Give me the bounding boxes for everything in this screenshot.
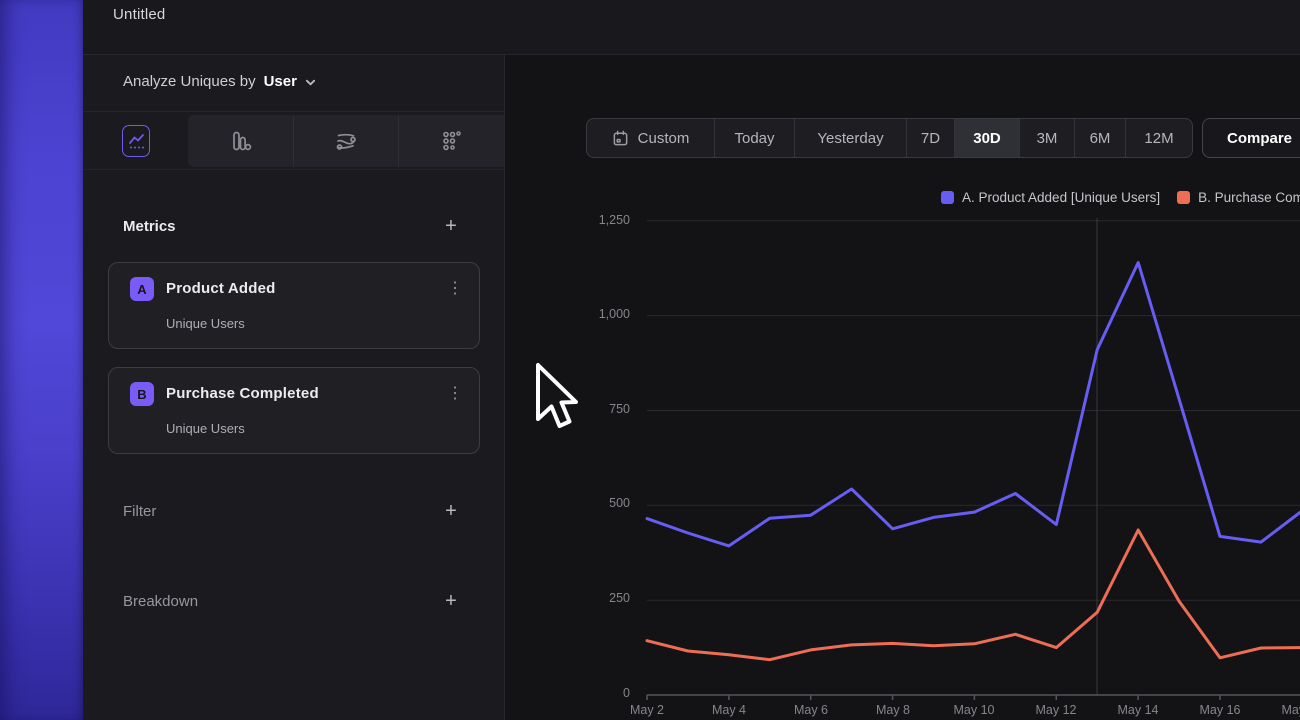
x-axis-tick: May 4 <box>689 703 769 717</box>
range-today-button[interactable]: Today <box>714 119 794 157</box>
metric-name: Purchase Completed <box>166 385 319 402</box>
range-30d-button[interactable]: 30D <box>954 119 1019 157</box>
flows-icon <box>334 129 358 153</box>
range-3m-button[interactable]: 3M <box>1019 119 1074 157</box>
metric-name: Product Added <box>166 280 276 297</box>
x-axis-tick: May 6 <box>771 703 851 717</box>
chart-legend: A. Product Added [Unique Users] B. Purch… <box>941 190 1300 205</box>
metric-badge-a: A <box>130 277 154 301</box>
x-axis-tick: May 2 <box>607 703 687 717</box>
retention-grid-icon <box>440 129 464 153</box>
range-yesterday-button[interactable]: Yesterday <box>794 119 906 157</box>
metrics-section-title: Metrics <box>123 218 176 235</box>
x-axis-tick: May 14 <box>1098 703 1178 717</box>
metric-card-b[interactable]: B Purchase Completed ⋮ Unique Users <box>108 367 480 454</box>
x-axis-tick: May 16 <box>1180 703 1260 717</box>
y-axis-tick: 0 <box>570 686 630 700</box>
top-bar: Untitled <box>83 0 1300 55</box>
y-axis-tick: 1,000 <box>570 307 630 321</box>
metric-badge-b: B <box>130 382 154 406</box>
y-axis-tick: 750 <box>570 402 630 416</box>
tab-line-chart[interactable] <box>83 112 188 169</box>
range-12m-button[interactable]: 12M <box>1125 119 1192 157</box>
y-axis-tick: 500 <box>570 496 630 510</box>
add-filter-button[interactable]: + <box>441 502 461 522</box>
line-chart-icon <box>127 132 146 151</box>
sidebar: Analyze Uniques by User <box>83 55 505 720</box>
chevron-down-icon[interactable] <box>305 77 316 88</box>
x-axis-tick: May 10 <box>934 703 1014 717</box>
tab-flows[interactable] <box>293 115 399 167</box>
kebab-menu-icon[interactable]: ⋮ <box>445 383 465 407</box>
analyze-prefix-label: Analyze Uniques by <box>123 73 256 90</box>
legend-item-a[interactable]: A. Product Added [Unique Users] <box>941 190 1160 205</box>
legend-label: B. Purchase Completed [Unique Users] <box>1198 190 1300 205</box>
compare-button[interactable]: Compare <box>1202 118 1300 158</box>
x-axis-tick: May 18 <box>1262 703 1300 717</box>
tab-bar-chart[interactable] <box>188 115 293 167</box>
range-6m-button[interactable]: 6M <box>1074 119 1125 157</box>
calendar-icon <box>612 130 629 147</box>
report-title[interactable]: Untitled <box>113 6 165 23</box>
legend-item-b[interactable]: B. Purchase Completed [Unique Users] <box>1177 190 1300 205</box>
metric-subtitle[interactable]: Unique Users <box>166 316 245 331</box>
analyze-row: Analyze Uniques by User <box>83 55 504 112</box>
chart-type-tabs <box>83 112 504 170</box>
legend-swatch-orange <box>1177 191 1190 204</box>
legend-swatch-purple <box>941 191 954 204</box>
app-window: Untitled Analyze Uniques by User <box>0 0 1300 720</box>
range-7d-button[interactable]: 7D <box>906 119 954 157</box>
add-metric-button[interactable]: + <box>441 217 461 237</box>
y-axis-tick: 1,250 <box>570 213 630 227</box>
chart-panel: Custom Today Yesterday 7D 30D 3M 6M 12M … <box>505 55 1300 720</box>
desktop-gradient-strip <box>0 0 83 720</box>
y-axis-tick: 250 <box>570 591 630 605</box>
x-axis-tick: May 8 <box>853 703 933 717</box>
breakdown-section-title: Breakdown <box>123 593 198 610</box>
kebab-menu-icon[interactable]: ⋮ <box>445 278 465 302</box>
chart-type-tab-group <box>188 115 504 167</box>
date-range-control: Custom Today Yesterday 7D 30D 3M 6M 12M <box>586 118 1193 158</box>
filter-section-title: Filter <box>123 503 156 520</box>
range-custom-button[interactable]: Custom <box>587 119 714 157</box>
range-label: Custom <box>638 130 690 147</box>
x-axis-tick: May 12 <box>1016 703 1096 717</box>
tab-retention[interactable] <box>398 115 504 167</box>
metric-card-a[interactable]: A Product Added ⋮ Unique Users <box>108 262 480 349</box>
legend-label: A. Product Added [Unique Users] <box>962 190 1160 205</box>
bar-chart-icon <box>228 129 252 153</box>
analyze-by-dropdown[interactable]: User <box>264 73 297 90</box>
add-breakdown-button[interactable]: + <box>441 592 461 612</box>
metric-subtitle[interactable]: Unique Users <box>166 421 245 436</box>
